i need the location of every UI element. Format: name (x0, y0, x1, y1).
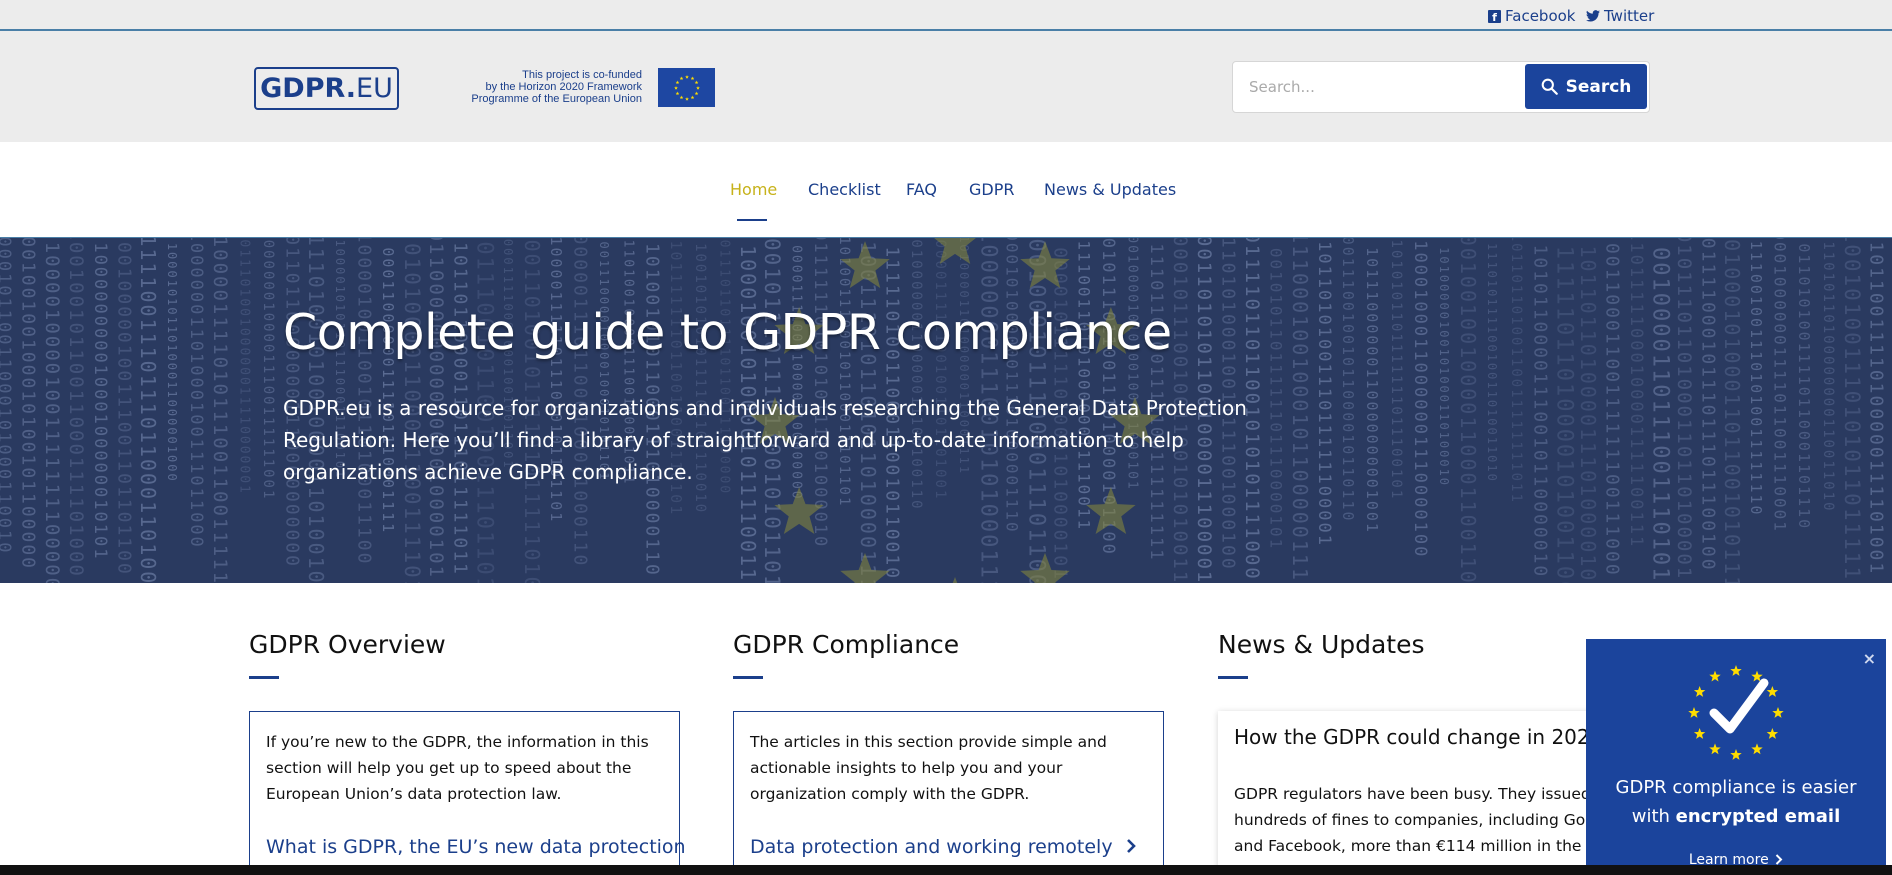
news-heading-bar (1218, 676, 1248, 679)
hero-description: GDPR.eu is a resource for organizations … (283, 396, 1247, 484)
svg-text:01101010011110110001101110: 01101010011110110001101110 (1795, 243, 1813, 530)
svg-text:11111011010000101001100110: 11111011010000101001100110 (1552, 246, 1577, 583)
svg-text:01000101000110110010101111: 01000101000110110010101111 (1720, 239, 1744, 583)
close-icon[interactable]: × (1863, 649, 1876, 668)
svg-text:01010101101111111011100101: 01010101101111111011100101 (1388, 238, 1404, 500)
search-icon (1541, 78, 1558, 95)
popup-line-2: with encrypted email (1586, 802, 1886, 831)
svg-text:01011101101000110110100001: 01011101101000110110100001 (1673, 238, 1695, 580)
main-nav: Home Checklist FAQ GDPR News & Updates (0, 142, 1892, 238)
svg-text:10110110100110011111111011: 10110110100110011111111011 (1508, 238, 1524, 504)
hero-banner: 00010110011000101000110010 00100100100010… (0, 238, 1892, 583)
logo-bold-text: GDPR. (260, 73, 357, 104)
svg-text:00100000100111001101101100: 00100000100111001101101100 (114, 242, 135, 576)
hero-title: Complete guide to GDPR compliance (283, 304, 1172, 361)
svg-text:11010110100000000110011010: 11010110100000000110011010 (1820, 241, 1836, 512)
nav-checklist[interactable]: Checklist (808, 180, 881, 199)
overview-article-link[interactable]: What is GDPR, the EU’s new data protecti… (266, 836, 686, 858)
compliance-heading: GDPR Compliance (733, 630, 960, 659)
horizon-line-3: Programme of the European Union (471, 93, 642, 105)
svg-text:10001000110000001110000100: 10001000110000001110000100 (1410, 240, 1430, 558)
svg-text:10000111101011100110011111: 10000111101011100110011111 (209, 238, 231, 583)
nav-news-updates[interactable]: News & Updates (1044, 180, 1176, 199)
popup-line-2-bold: encrypted email (1675, 806, 1841, 827)
svg-text:00111001001011000010110110: 00111001001011000010110110 (1339, 238, 1357, 523)
search-input[interactable] (1233, 62, 1523, 112)
facebook-link[interactable]: f Facebook (1488, 7, 1575, 25)
nav-gdpr[interactable]: GDPR (969, 180, 1014, 199)
svg-text:10000001101000100111011000: 10000001101000100111011000 (186, 238, 206, 549)
nav-faq[interactable]: FAQ (906, 180, 937, 199)
overview-heading-bar (249, 676, 279, 679)
eu-flag-icon (658, 68, 715, 107)
svg-text:00010110011000101000110010: 00010110011000101000110010 (0, 238, 14, 554)
eu-stars-checkmark-icon (1688, 665, 1784, 760)
facebook-icon: f (1488, 9, 1501, 23)
svg-text:10010010110011000111101000: 10010010110011000111101000 (65, 238, 87, 578)
compliance-article-link[interactable]: Data protection and working remotely (750, 836, 1137, 858)
svg-text:10100000100101000110100010: 10100000100101000110100010 (1437, 247, 1451, 487)
svg-text:00010000001111011001110001: 00010000001111011001110001 (1771, 238, 1790, 533)
site-header: GDPR. EU This project is co-funded by the… (0, 31, 1892, 142)
search-button[interactable]: Search (1525, 64, 1647, 109)
svg-text:00011000000111101110001111: 00011000000111101110001111 (379, 247, 397, 534)
logo-light-text: EU (356, 73, 393, 104)
svg-text:10000100001001111111100000: 10000100001001111111100000 (41, 242, 63, 583)
active-nav-indicator (737, 219, 767, 221)
svg-text:10000001000011100111111001: 10000001000011100111111001 (260, 238, 276, 500)
svg-text:01110010011101010011111110: 01110010011101010011111110 (1747, 238, 1765, 517)
svg-text:00010100000011101000001110: 00010100000011101000001110 (1003, 238, 1022, 534)
compliance-heading-bar (733, 676, 763, 679)
popup-message: GDPR compliance is easier with encrypted… (1586, 773, 1886, 831)
horizon-line-2: by the Horizon 2020 Framework (485, 81, 642, 93)
svg-text:11110011101110110001101001: 11110011101110110001101001 (136, 238, 160, 583)
news-heading: News & Updates (1218, 630, 1425, 659)
svg-text:11101011110010011010011010: 11101011110010011010011010 (1485, 243, 1499, 483)
svg-text:10010100111010101101111110: 10010100111010101101111110 (1840, 238, 1864, 583)
horizon-2020-notice: This project is co-funded by the Horizon… (462, 69, 642, 105)
horizon-line-1: This project is co-funded (522, 69, 642, 81)
svg-text:10111000000110000000001001: 10111000000110000000001001 (1363, 247, 1381, 534)
svg-text:01111000101110111011100100: 01111000101110111011100100 (1698, 238, 1719, 572)
chevron-right-icon (1126, 839, 1136, 853)
svg-text:00110001100111111100111000: 00110001100111111100111000 (1602, 243, 1623, 577)
compliance-text: The articles in this section provide sim… (750, 733, 1107, 803)
svg-text:10101100001110010110000010: 10101100001110010110000010 (1530, 244, 1551, 578)
svg-text:01110100100000011110000001: 01110100100000011110000001 (237, 239, 252, 495)
social-bar: f Facebook Twitter (0, 0, 1892, 31)
twitter-label: Twitter (1604, 7, 1655, 25)
svg-text:10001010110100011000001000: 10001010110100011000001000 (165, 243, 179, 483)
svg-text:10110110100001110100001011: 10110110100001110100001011 (1576, 245, 1600, 583)
svg-text:00100001101110011101011010: 00100001101110011101011010 (1648, 247, 1673, 583)
gdpr-eu-logo[interactable]: GDPR. EU (254, 67, 399, 110)
news-card-title: How the GDPR could change in 2020 (1234, 725, 1603, 749)
svg-text:00100100100010100101100000: 00100100100010100101100000 (18, 238, 39, 570)
encrypted-email-popup: × GDPR compliance is easier with encrypt… (1586, 639, 1886, 875)
overview-card: If you’re new to the GDPR, the informati… (249, 711, 686, 875)
facebook-label: Facebook (1505, 7, 1576, 25)
popup-line-2-prefix: with (1631, 806, 1676, 827)
overview-heading: GDPR Overview (249, 630, 446, 659)
search-form: Search (1232, 61, 1650, 113)
twitter-link[interactable]: Twitter (1586, 7, 1654, 25)
window-bottom-edge (0, 865, 1892, 875)
svg-text:11011111000100001111100111: 11011111000100001111100111 (1626, 238, 1646, 548)
compliance-card: The articles in this section provide sim… (733, 711, 1164, 875)
popup-line-1: GDPR compliance is easier (1615, 777, 1857, 798)
overview-text: If you’re new to the GDPR, the informati… (266, 733, 649, 803)
twitter-icon (1586, 10, 1600, 22)
search-button-label: Search (1565, 76, 1632, 97)
svg-text:00100100100001100011001101: 00100100100001100011001101 (1456, 238, 1480, 583)
svg-text:10000000001000100000010101: 10000000001000100000010101 (90, 242, 110, 560)
svg-text:10110011110100000111101001: 10110011110100000111101001 (1866, 241, 1887, 575)
nav-home[interactable]: Home (730, 180, 777, 199)
compliance-link-label: Data protection and working remotely (750, 836, 1113, 858)
chevron-right-icon (1775, 854, 1783, 865)
